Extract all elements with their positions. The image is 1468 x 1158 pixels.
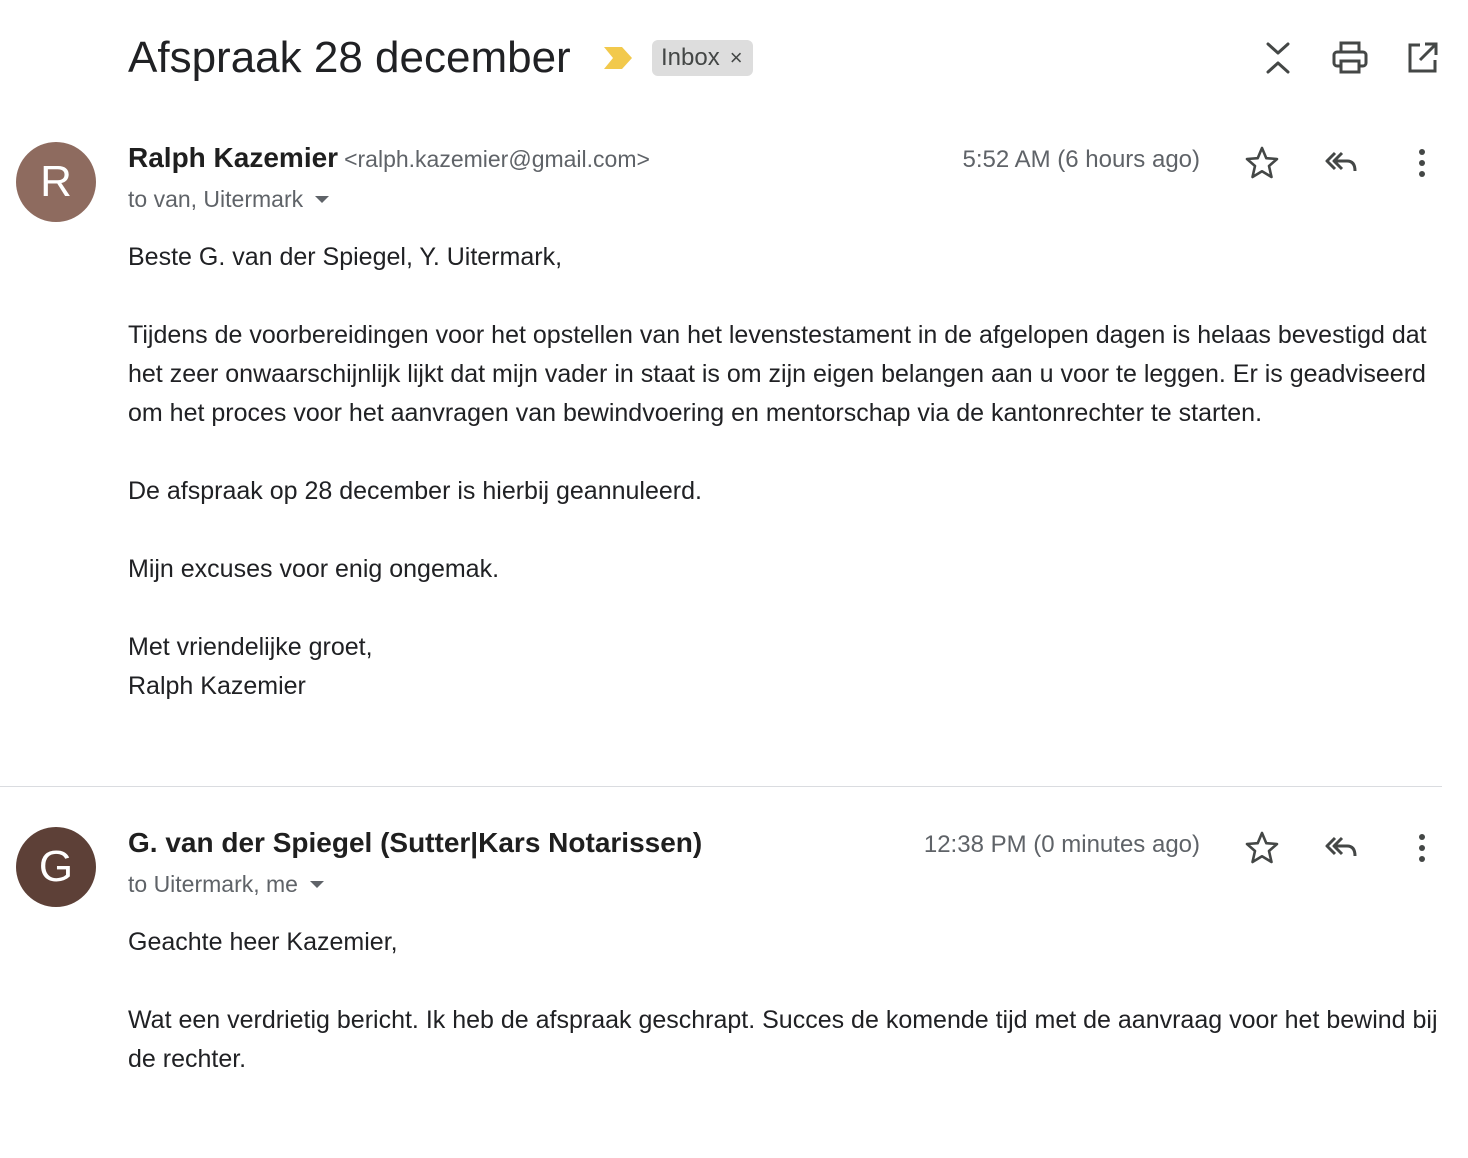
reply-all-icon[interactable] <box>1321 828 1361 868</box>
greeting: Geachte heer Kazemier, <box>128 928 398 956</box>
reply-all-icon[interactable] <box>1321 143 1361 183</box>
more-options-icon[interactable] <box>1402 143 1442 183</box>
label-text: Inbox <box>661 44 720 71</box>
recipients-dropdown[interactable]: to Uitermark, me <box>128 871 324 898</box>
remove-label-button[interactable]: × <box>730 45 743 71</box>
signature: Ralph Kazemier <box>128 672 306 700</box>
recipients-dropdown[interactable]: to van, Uitermark <box>128 186 330 213</box>
sender-name[interactable]: G. van der Spiegel (Sutter|Kars Notariss… <box>128 827 702 858</box>
paragraph: De afspraak op 28 december is hierbij ge… <box>128 477 702 505</box>
thread-header: Afspraak 28 december Inbox × <box>0 0 1468 120</box>
collapse-all-icon[interactable] <box>1258 38 1298 78</box>
print-icon[interactable] <box>1330 38 1370 78</box>
open-in-new-window-icon[interactable] <box>1402 38 1442 78</box>
message-time: 12:38 PM (0 minutes ago) <box>923 831 1200 858</box>
chevron-down-icon <box>315 196 330 203</box>
inbox-label-chip: Inbox × <box>652 40 753 76</box>
sender-name[interactable]: Ralph Kazemier <box>128 142 338 173</box>
message-body: Geachte heer Kazemier, Wat een verdrieti… <box>128 923 1438 1079</box>
avatar[interactable]: G <box>16 827 96 907</box>
message-body: Beste G. van der Spiegel, Y. Uitermark, … <box>128 238 1438 706</box>
thread-subject: Afspraak 28 december <box>128 33 571 82</box>
sender-line: Ralph Kazemier <ralph.kazemier@gmail.com> <box>128 142 650 174</box>
importance-marker-icon[interactable] <box>604 47 632 69</box>
chevron-down-icon <box>309 881 324 888</box>
avatar-letter: G <box>38 842 74 891</box>
more-options-icon[interactable] <box>1402 828 1442 868</box>
sender-line: G. van der Spiegel (Sutter|Kars Notariss… <box>128 827 702 859</box>
paragraph: Wat een verdrietig bericht. Ik heb de af… <box>128 1006 1438 1073</box>
star-icon[interactable] <box>1242 143 1282 183</box>
avatar[interactable]: R <box>16 142 96 222</box>
paragraph: Tijdens de voorbereidingen voor het opst… <box>128 321 1427 427</box>
message-time: 5:52 AM (6 hours ago) <box>962 146 1200 173</box>
star-icon[interactable] <box>1242 828 1282 868</box>
closing: Met vriendelijke groet, <box>128 633 373 661</box>
recipients-text: to van, Uitermark <box>128 186 304 212</box>
recipients-text: to Uitermark, me <box>128 871 298 897</box>
message-divider <box>0 786 1442 787</box>
sender-email[interactable]: <ralph.kazemier@gmail.com> <box>344 146 650 172</box>
greeting: Beste G. van der Spiegel, Y. Uitermark, <box>128 243 563 271</box>
paragraph: Mijn excuses voor enig ongemak. <box>128 555 500 583</box>
avatar-letter: R <box>40 157 72 206</box>
